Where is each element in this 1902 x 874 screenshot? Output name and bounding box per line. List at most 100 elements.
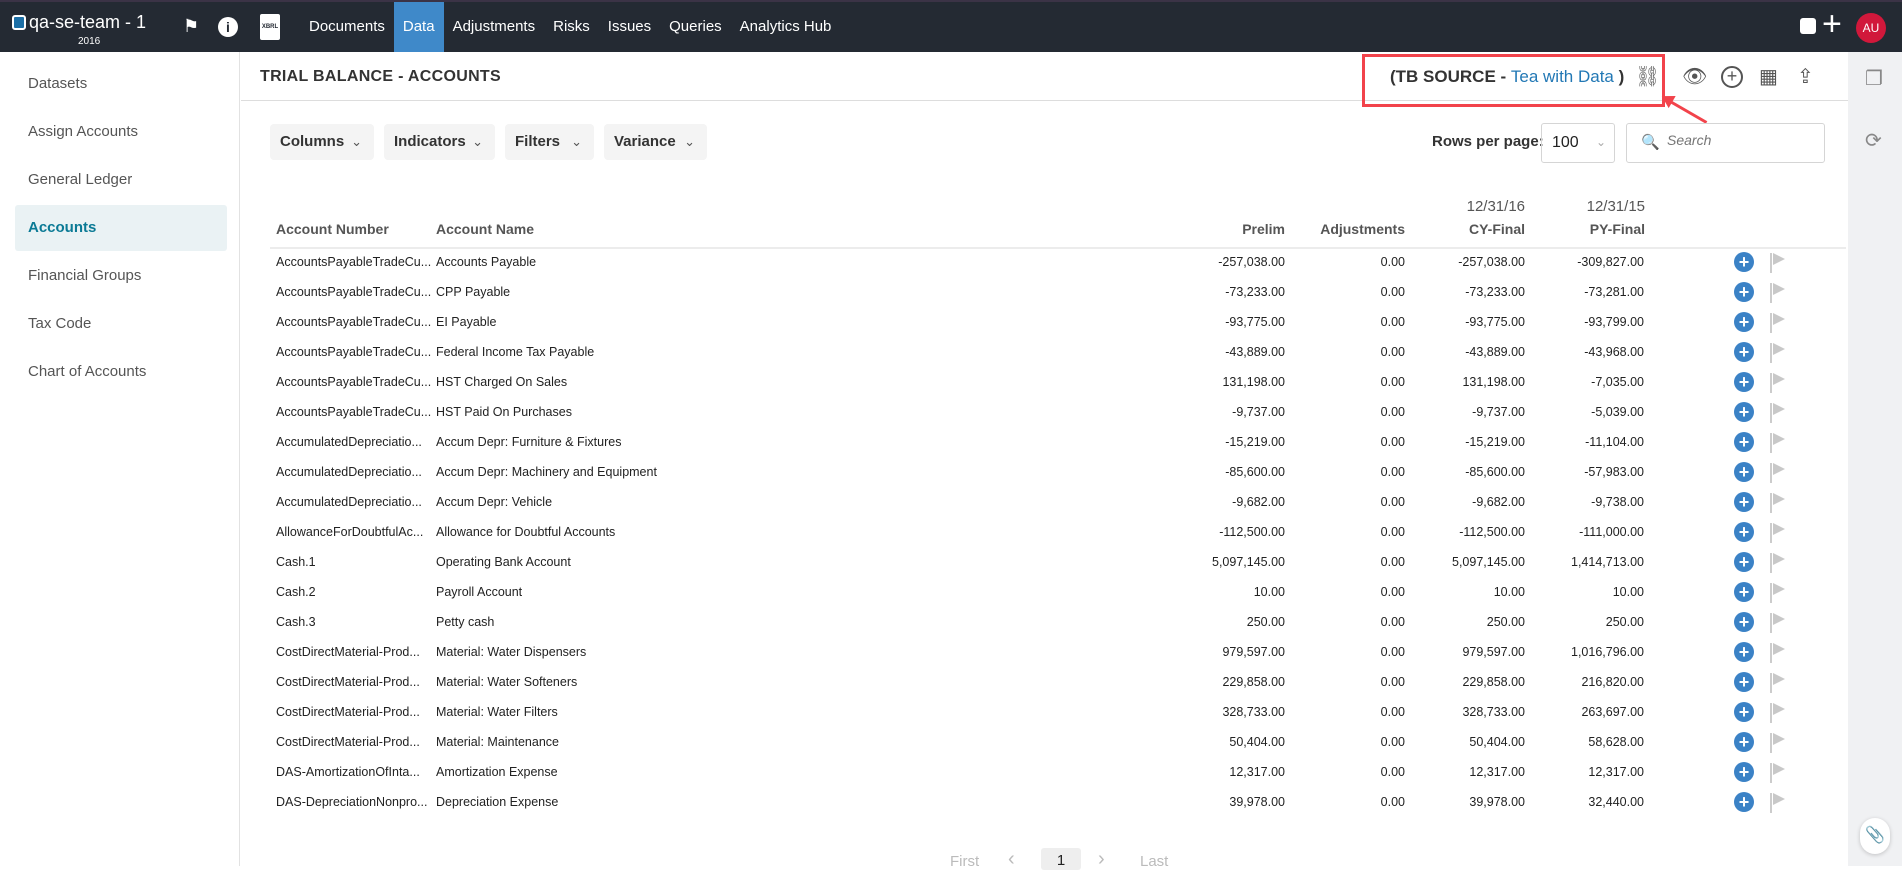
flag-icon[interactable]	[1770, 553, 1788, 573]
flag-icon[interactable]	[1770, 343, 1788, 363]
pagination-last[interactable]: Last	[1140, 853, 1168, 870]
nav-queries[interactable]: Queries	[660, 2, 731, 52]
table-row[interactable]: AccountsPayableTradeCu... CPP Payable -73,…	[270, 278, 1846, 308]
table-row[interactable]: CostDirectMaterial-Prod... Material: Wate…	[270, 698, 1846, 728]
add-adjustment-icon[interactable]: +	[1734, 342, 1754, 362]
info-icon[interactable]: i	[218, 17, 238, 37]
nav-adjustments[interactable]: Adjustments	[444, 2, 545, 52]
flag-icon[interactable]	[1770, 643, 1788, 663]
flag-icon[interactable]: ⚑	[183, 16, 199, 37]
copy-window-icon[interactable]	[1800, 18, 1816, 34]
col-header-cy-final[interactable]: CY-Final	[1425, 218, 1525, 240]
add-adjustment-icon[interactable]: +	[1734, 762, 1754, 782]
table-row[interactable]: DAS-DepreciationNonpro... Depreciation Ex…	[270, 788, 1846, 816]
table-row[interactable]: Cash.3 Petty cash 250.00 0.00 250.00 250.00 +	[270, 608, 1846, 638]
add-adjustment-icon[interactable]: +	[1734, 612, 1754, 632]
sidebar-item-assign-accounts[interactable]: Assign Accounts	[15, 109, 227, 155]
nav-issues[interactable]: Issues	[599, 2, 660, 52]
add-adjustment-icon[interactable]: +	[1734, 702, 1754, 722]
search-box[interactable]: 🔍	[1626, 123, 1825, 163]
table-row[interactable]: AccountsPayableTradeCu... Federal Income …	[270, 338, 1846, 368]
add-adjustment-icon[interactable]: +	[1734, 282, 1754, 302]
tb-source-link[interactable]: Tea with Data	[1511, 67, 1614, 86]
add-column-icon[interactable]: ▦	[1759, 64, 1778, 89]
sidebar-item-datasets[interactable]: Datasets	[15, 61, 227, 107]
table-row[interactable]: AccumulatedDepreciatio... Accum Depr: Veh…	[270, 488, 1846, 518]
col-header-py-final[interactable]: PY-Final	[1545, 218, 1645, 240]
copy-icon[interactable]: ❐	[1865, 66, 1883, 91]
add-adjustment-icon[interactable]: +	[1734, 792, 1754, 812]
add-adjustment-icon[interactable]: +	[1734, 462, 1754, 482]
eye-icon[interactable]: 👁	[1682, 64, 1707, 89]
col-header-prelim[interactable]: Prelim	[1185, 218, 1285, 240]
nav-data[interactable]: Data	[393, 2, 444, 52]
add-adjustment-icon[interactable]: +	[1734, 672, 1754, 692]
pagination-prev[interactable]: ‹	[1008, 848, 1015, 871]
col-header-account-name[interactable]: Account Name	[436, 218, 534, 240]
nav-analytics-hub[interactable]: Analytics Hub	[731, 2, 841, 52]
flag-icon[interactable]	[1770, 463, 1788, 483]
indicators-dropdown[interactable]: Indicators ⌄	[384, 124, 495, 160]
add-adjustment-icon[interactable]: +	[1734, 642, 1754, 662]
flag-icon[interactable]	[1770, 733, 1788, 753]
flag-icon[interactable]	[1770, 583, 1788, 603]
flag-icon[interactable]	[1770, 613, 1788, 633]
flag-icon[interactable]	[1770, 373, 1788, 393]
unlink-icon[interactable]: ⛓	[1635, 64, 1660, 89]
attachment-icon[interactable]: 📎	[1860, 818, 1890, 854]
table-row[interactable]: AccountsPayableTradeCu... EI Payable -93,7…	[270, 308, 1846, 338]
xbrl-icon[interactable]: XBRL	[260, 14, 280, 40]
variance-dropdown[interactable]: Variance ⌄	[604, 124, 707, 160]
pagination-current[interactable]: 1	[1041, 848, 1081, 870]
table-row[interactable]: AccountsPayableTradeCu... HST Paid On Pur…	[270, 398, 1846, 428]
add-adjustment-icon[interactable]: +	[1734, 582, 1754, 602]
rows-per-page-select[interactable]: 100 ⌄	[1541, 123, 1615, 163]
flag-icon[interactable]	[1770, 493, 1788, 513]
sidebar-item-gl-completeness[interactable]: General Ledger Completeness	[15, 157, 227, 234]
flag-icon[interactable]	[1770, 433, 1788, 453]
flag-icon[interactable]	[1770, 763, 1788, 783]
add-adjustment-icon[interactable]: +	[1734, 252, 1754, 272]
table-row[interactable]: AccountsPayableTradeCu... HST Charged On …	[270, 368, 1846, 398]
table-row[interactable]: AccountsPayableTradeCu... Accounts Payabl…	[270, 248, 1846, 278]
col-header-adjustments[interactable]: Adjustments	[1285, 218, 1405, 240]
table-row[interactable]: AllowanceForDoubtfulAc... Allowance for D…	[270, 518, 1846, 548]
export-icon[interactable]: ⇪	[1797, 64, 1814, 89]
flag-icon[interactable]	[1770, 253, 1788, 273]
table-row[interactable]: AccumulatedDepreciatio... Accum Depr: Fur…	[270, 428, 1846, 458]
sidebar-item-accounts[interactable]: Accounts	[15, 205, 227, 251]
flag-icon[interactable]	[1770, 403, 1788, 423]
add-adjustment-icon[interactable]: +	[1734, 312, 1754, 332]
table-row[interactable]: Cash.2 Payroll Account 10.00 0.00 10.00 10.00…	[270, 578, 1846, 608]
add-icon[interactable]: +	[1822, 6, 1842, 42]
add-adjustment-icon[interactable]: +	[1734, 522, 1754, 542]
nav-documents[interactable]: Documents	[300, 2, 394, 52]
user-avatar[interactable]: AU	[1856, 13, 1886, 43]
filters-dropdown[interactable]: Filters ⌄	[505, 124, 594, 160]
table-row[interactable]: AccumulatedDepreciatio... Accum Depr: Mac…	[270, 458, 1846, 488]
flag-icon[interactable]	[1770, 673, 1788, 693]
refresh-icon[interactable]: ⟳	[1865, 128, 1882, 153]
pagination-next[interactable]: ›	[1098, 848, 1105, 871]
flag-icon[interactable]	[1770, 703, 1788, 723]
add-adjustment-icon[interactable]: +	[1734, 402, 1754, 422]
table-row[interactable]: CostDirectMaterial-Prod... Material: Wate…	[270, 638, 1846, 668]
nav-risks[interactable]: Risks	[544, 2, 599, 52]
add-adjustment-icon[interactable]: +	[1734, 552, 1754, 572]
add-circle-icon[interactable]: +	[1721, 66, 1743, 88]
add-adjustment-icon[interactable]: +	[1734, 372, 1754, 392]
engagement-selector[interactable]: qa-se-team - 1	[12, 12, 146, 33]
table-row[interactable]: DAS-AmortizationOfInta... Amortization Ex…	[270, 758, 1846, 788]
flag-icon[interactable]	[1770, 313, 1788, 333]
search-input[interactable]	[1667, 132, 1817, 148]
table-row[interactable]: Cash.1 Operating Bank Account 5,097,145.00…	[270, 548, 1846, 578]
flag-icon[interactable]	[1770, 793, 1788, 813]
table-row[interactable]: CostDirectMaterial-Prod... Material: Main…	[270, 728, 1846, 758]
flag-icon[interactable]	[1770, 283, 1788, 303]
add-adjustment-icon[interactable]: +	[1734, 432, 1754, 452]
add-adjustment-icon[interactable]: +	[1734, 492, 1754, 512]
add-adjustment-icon[interactable]: +	[1734, 732, 1754, 752]
pagination-first[interactable]: First	[950, 853, 979, 870]
table-row[interactable]: CostDirectMaterial-Prod... Material: Wate…	[270, 668, 1846, 698]
flag-icon[interactable]	[1770, 523, 1788, 543]
